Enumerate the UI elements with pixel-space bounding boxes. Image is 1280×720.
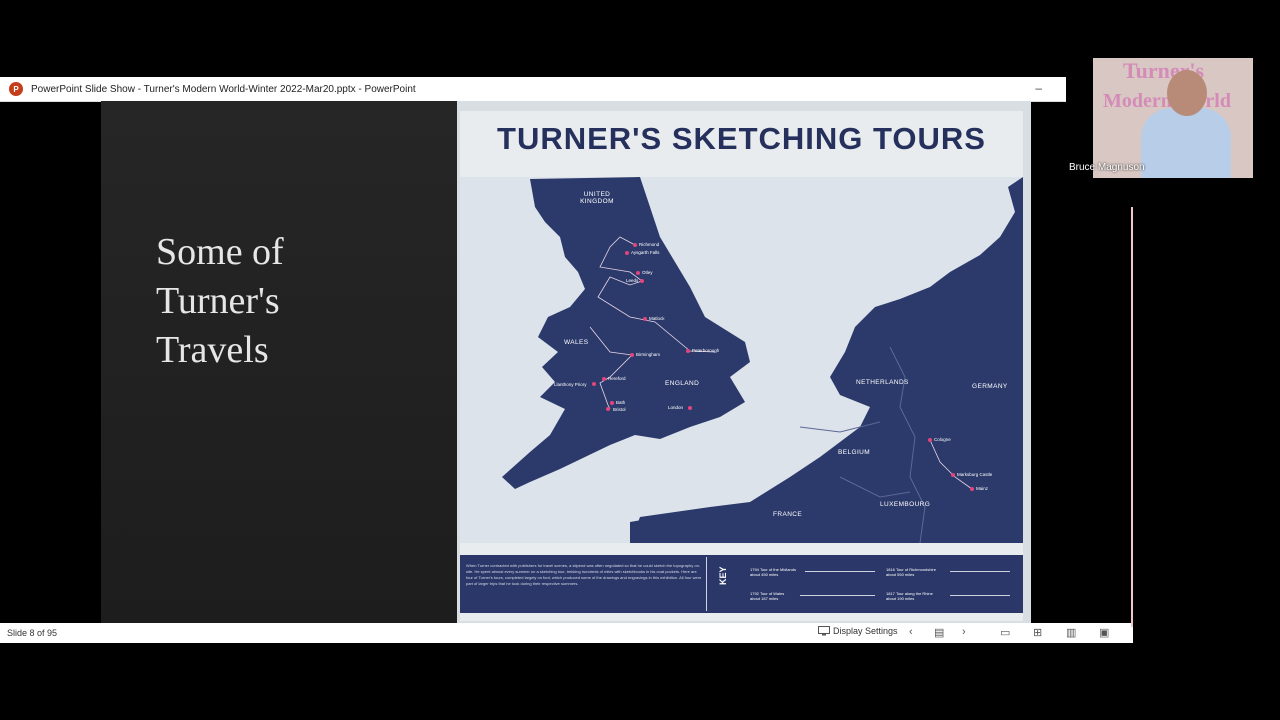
slide-menu-icon[interactable]: ▤ (934, 626, 944, 639)
powerpoint-window: P PowerPoint Slide Show - Turner's Moder… (0, 77, 1133, 643)
display-settings-button[interactable]: Display Settings (818, 626, 898, 636)
tour-line (950, 595, 1010, 596)
map-graphic (460, 177, 1023, 543)
person-head (1167, 70, 1207, 116)
monitor-icon (818, 626, 830, 636)
key-description: When Turner contracted with publishers f… (466, 563, 702, 586)
place-label: Matlock (649, 316, 665, 321)
place-label: Bristol (613, 407, 626, 412)
slide[interactable]: Some of Turner's Travels TURNER'S SKETCH… (101, 101, 1031, 623)
label-england: ENGLAND (665, 380, 700, 387)
place-label: Bath (616, 400, 626, 405)
label-united-kingdom: UNITED KINGDOM (580, 191, 614, 205)
sketching-tours-poster: TURNER'S SKETCHING TOURS UNITED KINGDOM … (460, 111, 1023, 621)
tour-entry: 1816 Tour of Richmondshire about 550 mil… (886, 567, 936, 577)
title-bar: P PowerPoint Slide Show - Turner's Moder… (0, 77, 1066, 102)
label-germany: GERMANY (972, 383, 1008, 390)
slide-title-line: Turner's (156, 280, 280, 322)
slide-sorter-icon[interactable]: ⊞ (1033, 626, 1042, 639)
label-belgium: BELGIUM (838, 449, 871, 456)
label-luxembourg: LUXEMBOURG (880, 501, 931, 508)
key-panel: When Turner contracted with publishers f… (460, 555, 1023, 613)
minimize-button[interactable]: – (1035, 81, 1042, 95)
slide-title: Some of Turner's Travels (156, 228, 436, 375)
place-label: Aysgarth Falls (631, 250, 660, 255)
window-edge (1131, 207, 1133, 627)
window-title: PowerPoint Slide Show - Turner's Modern … (31, 83, 416, 95)
place-label: Mainz (976, 486, 989, 491)
place-label: Leeds (626, 278, 639, 283)
normal-view-icon[interactable]: ▭ (1000, 626, 1010, 639)
tour-line (805, 571, 875, 572)
label-wales: WALES (564, 339, 589, 346)
slide-left-panel: Some of Turner's Travels (101, 101, 457, 623)
key-label: KEY (718, 566, 728, 585)
place-label: Marksburg Castle (957, 472, 993, 477)
tour-distance: about 190 miles (886, 596, 915, 601)
slide-number: Slide 8 of 95 (7, 628, 58, 638)
divider (706, 557, 707, 611)
person-body (1141, 108, 1231, 178)
status-bar: Slide 8 of 95 Display Settings ‹ ▤ › ▭ ⊞… (0, 623, 1133, 643)
poster-title: TURNER'S SKETCHING TOURS (497, 121, 986, 156)
place-label: Hereford (608, 376, 626, 381)
tour-map: UNITED KINGDOM WALES ENGLAND NETHERLANDS… (460, 177, 1023, 543)
tour-line (950, 571, 1010, 572)
tour-distance: about 450 miles (750, 572, 779, 577)
slide-image-panel: TURNER'S SKETCHING TOURS UNITED KINGDOM … (457, 101, 1031, 623)
place-label: Llanthony Priory (554, 382, 587, 387)
label-france: FRANCE (773, 511, 803, 518)
tour-distance: about 187 miles (750, 596, 779, 601)
webcam-video: Turner's Modern World (1093, 58, 1253, 178)
place-label: Peterborough (692, 348, 720, 353)
place-label: Cologne (934, 437, 951, 442)
place-label: Richmond (639, 242, 660, 247)
tour-line (800, 595, 875, 596)
participant-name: Bruce Magnuson (1069, 162, 1145, 173)
slide-show-icon[interactable]: ▣ (1099, 626, 1109, 639)
reading-view-icon[interactable]: ▥ (1066, 626, 1076, 639)
place-label: London (668, 405, 684, 410)
slide-title-line: Some of (156, 231, 284, 273)
tour-distance: about 550 miles (886, 572, 915, 577)
display-settings-label: Display Settings (833, 626, 898, 636)
next-slide-icon[interactable]: › (962, 626, 966, 638)
label-netherlands: NETHERLANDS (856, 379, 909, 386)
tour-entry: 1792 Tour of Wales about 187 miles (750, 591, 784, 601)
tour-entry: 1794 Tour of the Midlands about 450 mile… (750, 567, 796, 577)
place-label: Otley (642, 270, 653, 275)
slide-title-line: Travels (156, 329, 269, 371)
powerpoint-icon: P (9, 82, 23, 96)
place-label: Birmingham (636, 352, 661, 357)
previous-slide-icon[interactable]: ‹ (909, 626, 913, 638)
tour-entry: 1817 Tour along the Rhine about 190 mile… (886, 591, 933, 601)
